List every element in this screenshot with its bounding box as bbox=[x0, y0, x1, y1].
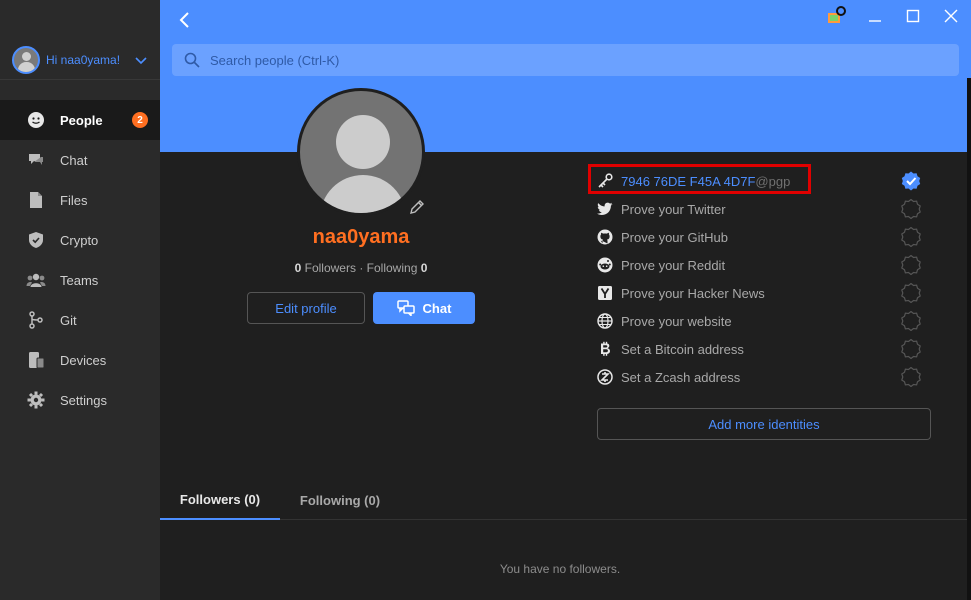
edit-avatar-pencil-icon[interactable] bbox=[408, 198, 426, 216]
chat-bubbles-icon bbox=[396, 300, 415, 316]
zcash-icon bbox=[597, 369, 613, 385]
tab-following[interactable]: Following (0) bbox=[280, 480, 400, 520]
sidebar-item-people[interactable]: People 2 bbox=[0, 100, 160, 140]
close-icon[interactable] bbox=[941, 6, 961, 26]
sidebar-item-label: Teams bbox=[60, 272, 99, 288]
sidebar-nav: People 2 Chat Files Crypto Teams Git Dev… bbox=[0, 100, 160, 420]
devices-icon bbox=[26, 350, 46, 370]
sidebar-item-label: Chat bbox=[60, 152, 88, 168]
edit-profile-button[interactable]: Edit profile bbox=[247, 292, 365, 324]
minimize-icon[interactable] bbox=[865, 6, 885, 26]
sidebar: Hi naa0yama! People 2 Chat Files Crypto … bbox=[0, 0, 160, 600]
prove-twitter-label: Prove your Twitter bbox=[621, 201, 726, 217]
hackernews-icon bbox=[597, 285, 613, 301]
prove-hackernews-label: Prove your Hacker News bbox=[621, 285, 765, 301]
window-controls bbox=[827, 6, 961, 26]
prove-github-row[interactable]: Prove your GitHub bbox=[597, 223, 927, 251]
add-more-identities-button[interactable]: Add more identities bbox=[597, 408, 931, 440]
tab-followers[interactable]: Followers (0) bbox=[160, 480, 280, 520]
identity-list: 7946 76DE F45A 4D7F @pgp Prove your Twitt… bbox=[597, 167, 927, 391]
prove-github-label: Prove your GitHub bbox=[621, 229, 728, 245]
sidebar-item-label: Settings bbox=[60, 392, 107, 408]
chat-button[interactable]: Chat bbox=[373, 292, 475, 324]
avatar bbox=[12, 45, 40, 74]
chevron-down-icon bbox=[135, 57, 147, 65]
chat-icon bbox=[26, 150, 46, 170]
sidebar-item-crypto[interactable]: Crypto bbox=[0, 220, 160, 260]
sidebar-item-label: People bbox=[60, 112, 103, 128]
prove-website-label: Prove your website bbox=[621, 313, 732, 329]
profile-avatar[interactable] bbox=[297, 88, 425, 216]
sidebar-item-label: Git bbox=[60, 312, 77, 328]
set-zcash-row[interactable]: Set a Zcash address bbox=[597, 363, 927, 391]
teams-icon bbox=[26, 270, 46, 290]
git-icon bbox=[26, 310, 46, 330]
prove-hackernews-row[interactable]: Prove your Hacker News bbox=[597, 279, 927, 307]
set-bitcoin-row[interactable]: Set a Bitcoin address bbox=[597, 335, 927, 363]
back-arrow-icon[interactable] bbox=[176, 10, 194, 30]
unverified-badge-icon bbox=[901, 227, 921, 247]
follow-stats: 0 Followers · Following 0 bbox=[240, 261, 482, 275]
sidebar-item-settings[interactable]: Settings bbox=[0, 380, 160, 420]
followers-count: 0 bbox=[294, 261, 302, 275]
reddit-icon bbox=[597, 257, 613, 273]
file-icon bbox=[26, 190, 46, 210]
sidebar-item-label: Files bbox=[60, 192, 88, 208]
shield-icon bbox=[26, 230, 46, 250]
user-menu[interactable]: Hi naa0yama! bbox=[0, 40, 160, 80]
github-icon bbox=[597, 229, 613, 245]
unverified-badge-icon bbox=[901, 339, 921, 359]
sidebar-item-devices[interactable]: Devices bbox=[0, 340, 160, 380]
search-input[interactable] bbox=[210, 52, 810, 68]
verified-check-icon bbox=[901, 171, 921, 191]
search-bar[interactable] bbox=[172, 44, 959, 76]
gear-icon bbox=[26, 390, 46, 410]
following-count: 0 bbox=[420, 261, 428, 275]
window-edge bbox=[967, 78, 971, 600]
sidebar-item-label: Crypto bbox=[60, 232, 99, 248]
following-label: Following bbox=[366, 261, 418, 275]
user-greeting: Hi naa0yama! bbox=[46, 52, 121, 67]
followers-label: Followers bbox=[304, 261, 356, 275]
unverified-badge-icon bbox=[901, 367, 921, 387]
pgp-key-highlight-box bbox=[588, 164, 811, 194]
twitter-icon bbox=[597, 201, 613, 217]
globe-icon bbox=[597, 313, 613, 329]
set-bitcoin-label: Set a Bitcoin address bbox=[621, 341, 744, 357]
sidebar-item-chat[interactable]: Chat bbox=[0, 140, 160, 180]
sidebar-item-label: Devices bbox=[60, 352, 107, 368]
stats-separator: · bbox=[359, 261, 364, 275]
prove-reddit-label: Prove your Reddit bbox=[621, 257, 726, 273]
keybase-app: Hi naa0yama! People 2 Chat Files Crypto … bbox=[0, 0, 971, 600]
search-icon bbox=[184, 52, 200, 68]
unverified-badge-icon bbox=[901, 283, 921, 303]
notification-badge: 2 bbox=[132, 112, 148, 128]
chat-button-label: Chat bbox=[422, 300, 452, 316]
prove-twitter-row[interactable]: Prove your Twitter bbox=[597, 195, 927, 223]
prove-website-row[interactable]: Prove your website bbox=[597, 307, 927, 335]
sidebar-item-teams[interactable]: Teams bbox=[0, 260, 160, 300]
set-zcash-label: Set a Zcash address bbox=[621, 369, 741, 385]
people-icon bbox=[26, 110, 46, 130]
bitcoin-icon bbox=[597, 341, 613, 357]
profile-username: naa0yama bbox=[312, 226, 410, 248]
prove-reddit-row[interactable]: Prove your Reddit bbox=[597, 251, 927, 279]
app-status-icon[interactable] bbox=[827, 6, 847, 26]
unverified-badge-icon bbox=[901, 199, 921, 219]
empty-followers-message: You have no followers. bbox=[499, 562, 621, 576]
sidebar-item-files[interactable]: Files bbox=[0, 180, 160, 220]
sidebar-item-git[interactable]: Git bbox=[0, 300, 160, 340]
unverified-badge-icon bbox=[901, 311, 921, 331]
maximize-icon[interactable] bbox=[903, 6, 923, 26]
unverified-badge-icon bbox=[901, 255, 921, 275]
follow-tabs: Followers (0) Following (0) bbox=[160, 480, 971, 520]
